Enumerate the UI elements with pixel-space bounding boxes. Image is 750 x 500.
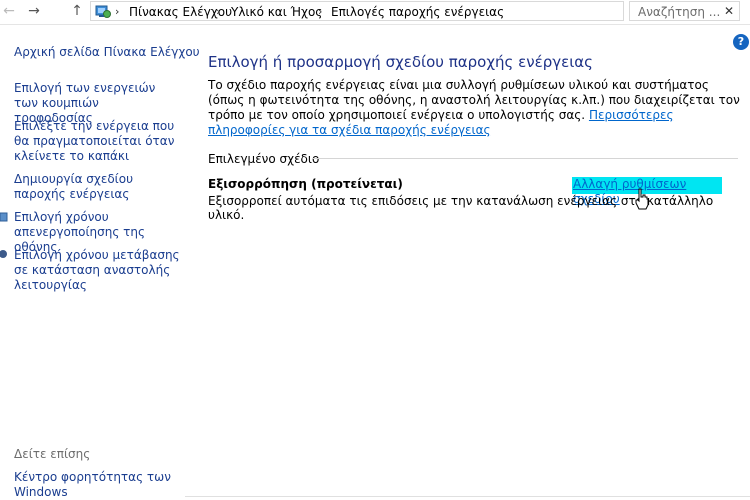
sidebar-item-sleep[interactable]: Επιλογή χρόνου μετάβασης σε κατάσταση αν… <box>14 248 184 293</box>
sidebar-home-link[interactable]: Αρχική σελίδα Πίνακα Ελέγχου <box>14 45 200 60</box>
chevron-right-icon: › <box>216 5 221 18</box>
breadcrumb-item-power-options[interactable]: Επιλογές παροχής ενέργειας <box>331 4 504 20</box>
page-description: Το σχέδιο παροχής ενέργειας είναι μια συ… <box>208 78 743 138</box>
selected-plan-label: Επιλεγμένο σχέδιο <box>208 152 320 166</box>
search-placeholder: Αναζήτηση ... <box>638 5 721 19</box>
address-bar[interactable]: › Πίνακας Ελέγχου › Υλικό και Ήχος › Επι… <box>90 1 624 21</box>
plan-name: Εξισορρόπηση (προτείνεται) <box>208 177 403 191</box>
sidebar-item-lid-close[interactable]: Επιλέξτε την ενέργεια που θα πραγματοποι… <box>14 119 184 164</box>
chevron-right-icon: › <box>318 5 323 18</box>
breadcrumb-item-hardware-sound[interactable]: Υλικό και Ήχος <box>231 4 322 20</box>
sidebar-item-mobility-center[interactable]: Κέντρο φορητότητας των Windows <box>14 470 174 500</box>
forward-arrow-icon[interactable]: → <box>25 2 43 20</box>
back-arrow-icon[interactable]: ← <box>0 2 18 20</box>
page-title: Επιλογή ή προσαρμογή σχεδίου παροχής ενέ… <box>208 53 593 71</box>
search-icon[interactable]: ✕ <box>724 4 734 18</box>
control-panel-icon <box>95 5 111 18</box>
plan-description: Εξισορροπεί αυτόματα τις επιδόσεις με τη… <box>208 194 714 222</box>
sidebar-item-create-plan[interactable]: Δημιουργία σχεδίου παροχής ενέργειας <box>14 172 174 202</box>
help-icon[interactable]: ? <box>733 34 749 50</box>
see-also-heading: Δείτε επίσης <box>14 447 91 461</box>
display-icon <box>0 212 8 222</box>
moon-icon <box>0 250 7 258</box>
section-divider <box>312 158 738 159</box>
search-input[interactable]: Αναζήτηση ... ✕ <box>629 1 740 21</box>
navigation-bar: ← → ↑ › Πίνακας Ελέγχου › Υλικό και Ήχος… <box>0 0 750 25</box>
bottom-divider <box>185 496 750 497</box>
up-arrow-icon[interactable]: ↑ <box>68 2 86 20</box>
chevron-right-icon: › <box>115 5 120 18</box>
hand-cursor-icon <box>635 188 649 210</box>
